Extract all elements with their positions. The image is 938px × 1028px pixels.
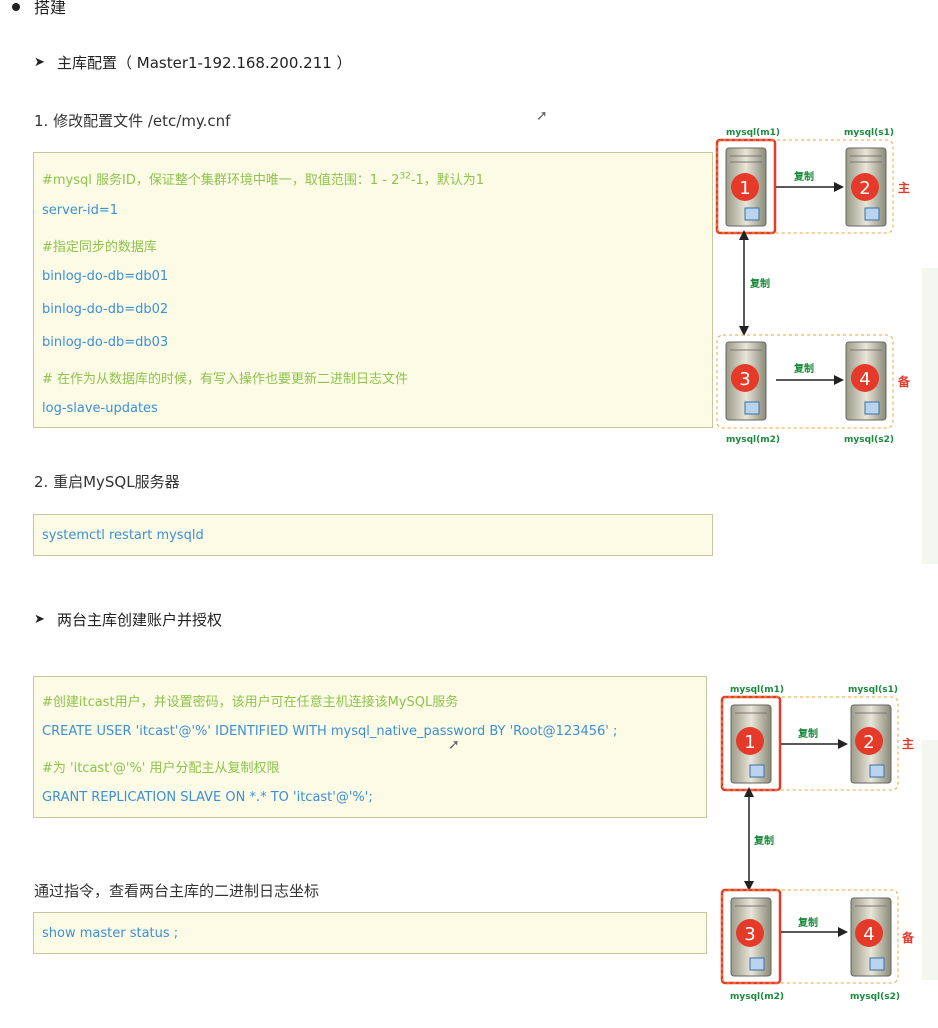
svg-text:3: 3 bbox=[739, 369, 750, 390]
replicate-label: 复制 bbox=[749, 277, 770, 290]
svg-text:3: 3 bbox=[744, 924, 755, 945]
svg-text:1: 1 bbox=[744, 732, 755, 753]
bullet-dot bbox=[12, 3, 20, 11]
code-line: GRANT REPLICATION SLAVE ON *.* TO 'itcas… bbox=[42, 790, 373, 805]
step-title-restart: 2. 重启MySQL服务器 bbox=[34, 473, 180, 491]
right-edge-panel bbox=[922, 268, 938, 564]
svg-text:2: 2 bbox=[863, 732, 874, 753]
code-line: binlog-do-db=db03 bbox=[42, 335, 169, 350]
arrow-bullet-icon: ➤ bbox=[34, 55, 45, 70]
code-line: #创建itcast用户，并设置密码，该用户可在任意主机连接该MySQL服务 bbox=[42, 695, 459, 710]
right-edge-panel bbox=[922, 740, 938, 980]
replication-diagram-top: mysql(m1) mysql(s1) 1 2 复制 主 复制 3 4 复制 备… bbox=[715, 128, 911, 445]
label-s2: mysql(s2) bbox=[850, 992, 900, 1002]
label-m2: mysql(m2) bbox=[726, 435, 780, 445]
replicate-label: 复制 bbox=[797, 916, 818, 929]
code-line: # 在作为从数据库的时候，有写入操作也要更新二进制日志文件 bbox=[42, 372, 409, 387]
code-line: systemctl restart mysqld bbox=[42, 528, 204, 543]
svg-text:4: 4 bbox=[863, 924, 874, 945]
replicate-label: 复制 bbox=[753, 834, 774, 847]
server-icon: 3 bbox=[725, 341, 767, 421]
label-m2: mysql(m2) bbox=[730, 992, 784, 1002]
code-line: binlog-do-db=db02 bbox=[42, 302, 169, 317]
label-s1: mysql(s1) bbox=[844, 128, 894, 138]
config-code-box: #mysql 服务ID，保证整个集群环境中唯一，取值范围：1 - 232-1，默… bbox=[33, 152, 713, 428]
svg-text:4: 4 bbox=[859, 369, 870, 390]
label-m1: mysql(m1) bbox=[730, 685, 784, 695]
code-line: binlog-do-db=db01 bbox=[42, 269, 169, 284]
mouse-cursor-icon: ➚ bbox=[448, 737, 460, 753]
primary-label: 主 bbox=[902, 736, 914, 751]
backup-label: 备 bbox=[901, 930, 915, 945]
svg-text:1: 1 bbox=[739, 178, 750, 199]
replicate-label: 复制 bbox=[797, 727, 818, 740]
server-icon: 3 bbox=[730, 897, 772, 977]
server-icon: 2 bbox=[845, 147, 887, 227]
status-hint-text: 通过指令，查看两台主库的二进制日志坐标 bbox=[34, 882, 320, 900]
code-line: show master status ; bbox=[42, 926, 179, 941]
replicate-label: 复制 bbox=[793, 170, 814, 183]
status-code-box: show master status ; bbox=[33, 912, 707, 954]
server-icon: 2 bbox=[850, 704, 892, 784]
code-line: #为 'itcast'@'%' 用户分配主从复制权限 bbox=[42, 761, 280, 776]
server-icon: 1 bbox=[725, 147, 767, 227]
server-icon: 1 bbox=[730, 704, 772, 784]
label-m1: mysql(m1) bbox=[726, 128, 780, 138]
arrow-bullet-icon: ➤ bbox=[34, 612, 45, 627]
label-s1: mysql(s1) bbox=[848, 685, 898, 695]
step-title-edit-config: 1. 修改配置文件 /etc/my.cnf bbox=[34, 112, 231, 130]
code-line: log-slave-updates bbox=[42, 401, 158, 416]
section-title-create-account: 两台主库创建账户并授权 bbox=[57, 611, 223, 629]
label-s2: mysql(s2) bbox=[844, 435, 894, 445]
primary-label: 主 bbox=[898, 180, 910, 195]
section-title-master-config: 主库配置（ Master1-192.168.200.211 ） bbox=[57, 54, 352, 72]
restart-code-box: systemctl restart mysqld bbox=[33, 514, 713, 556]
replication-diagram-bottom: mysql(m1) mysql(s1) 1 2 复制 主 复制 3 4 复制 备… bbox=[720, 685, 915, 1002]
code-line: server-id=1 bbox=[42, 203, 119, 218]
server-icon: 4 bbox=[845, 341, 887, 421]
backup-label: 备 bbox=[897, 374, 911, 389]
code-line: CREATE USER 'itcast'@'%' IDENTIFIED WITH… bbox=[42, 724, 618, 739]
section-heading: 搭建 bbox=[34, 0, 67, 17]
grant-code-box: #创建itcast用户，并设置密码，该用户可在任意主机连接该MySQL服务 CR… bbox=[33, 676, 707, 818]
mouse-cursor-icon: ➚ bbox=[536, 108, 548, 124]
code-line: #指定同步的数据库 bbox=[42, 240, 157, 255]
replicate-label: 复制 bbox=[793, 362, 814, 375]
svg-text:2: 2 bbox=[859, 178, 870, 199]
code-line: #mysql 服务ID，保证整个集群环境中唯一，取值范围：1 - 232-1，默… bbox=[42, 171, 485, 188]
server-icon: 4 bbox=[850, 897, 892, 977]
